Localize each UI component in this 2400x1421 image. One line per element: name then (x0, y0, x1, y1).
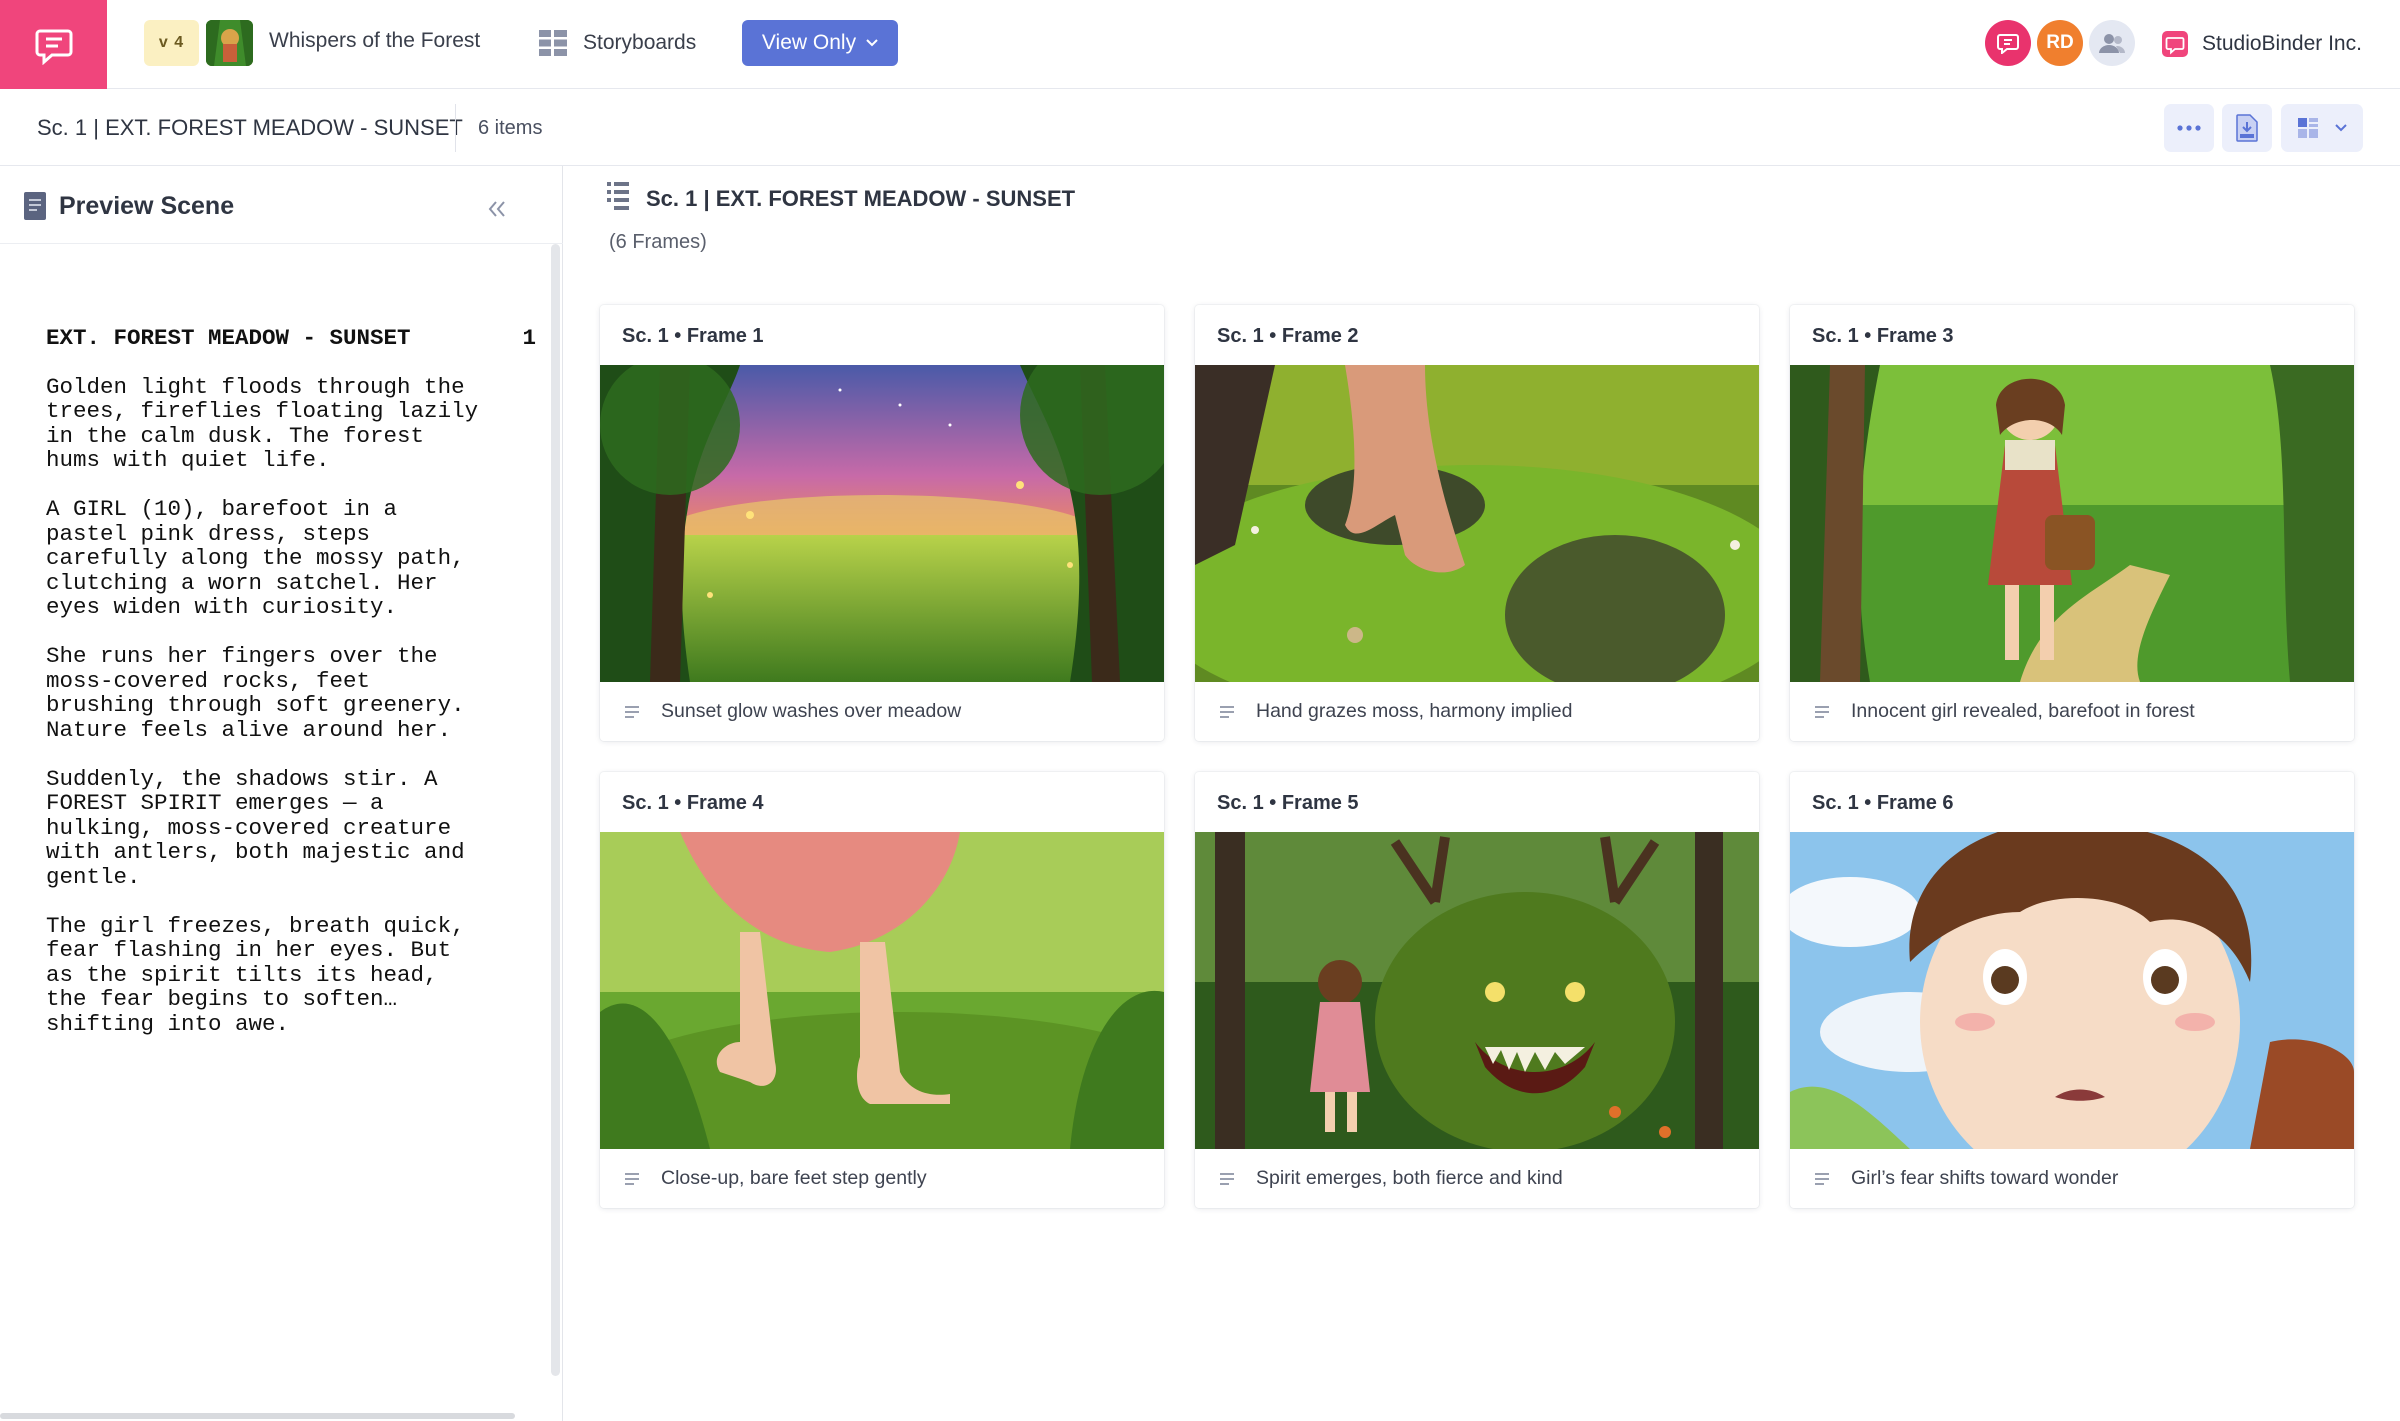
script-action: Golden light floods through the trees, f… (46, 373, 479, 473)
item-count: 6 items (478, 117, 543, 139)
version-badge[interactable]: v 4 (144, 20, 199, 66)
frame-image-bare-feet[interactable] (600, 832, 1164, 1149)
frame-label: Sc. 1 • Frame 5 (1217, 792, 1359, 814)
storyboard-frame-1[interactable]: Sc. 1 • Frame 1 Sunset glow washes over … (600, 305, 1164, 741)
frame-caption: Hand grazes moss, harmony implied (1195, 682, 1759, 741)
frame-image-girl-on-path[interactable] (1790, 365, 2354, 682)
chevron-down-icon (866, 39, 878, 47)
hand-on-moss-illustration (1195, 365, 1759, 682)
divider (455, 104, 456, 152)
frame-label: Sc. 1 • Frame 1 (622, 325, 764, 347)
double-chevron-left-icon (488, 201, 505, 217)
view-mode-label: View Only (761, 31, 857, 54)
frame-caption-text: Girl’s fear shifts toward wonder (1851, 1167, 2119, 1189)
frame-caption-text: Spirit emerges, both fierce and kind (1256, 1167, 1563, 1189)
user-avatar-rd[interactable]: RD (2037, 20, 2083, 66)
project-name[interactable]: Whispers of the Forest (269, 29, 480, 53)
frame-image-sunset-meadow[interactable] (600, 365, 1164, 682)
script-action: A GIRL (10), barefoot in a pastel pink d… (46, 496, 465, 620)
scene-list-icon (607, 182, 629, 210)
frame-image-forest-spirit[interactable] (1195, 832, 1759, 1149)
company-logo-icon (2162, 31, 2188, 57)
pdf-icon (2236, 114, 2258, 142)
preview-scene-panel: Preview Scene EXT. FOREST MEADOW - SUNSE… (0, 166, 563, 1421)
layout-toggle-button[interactable] (2281, 104, 2363, 152)
scene-breadcrumb[interactable]: Sc. 1 | EXT. FOREST MEADOW - SUNSET (37, 115, 463, 141)
description-lines-icon (1815, 705, 1829, 718)
frame-label: Sc. 1 • Frame 4 (622, 792, 764, 814)
chat-icon (1997, 34, 2019, 54)
script-heading-text: EXT. FOREST MEADOW - SUNSET (46, 325, 411, 351)
more-dots-icon (2177, 125, 2201, 131)
horizontal-scrollbar[interactable] (0, 1413, 515, 1419)
girl-on-path-illustration (1790, 365, 2354, 682)
storyboards-nav[interactable]: Storyboards (539, 24, 696, 62)
description-lines-icon (1220, 705, 1234, 718)
comments-avatar[interactable] (1985, 20, 2031, 66)
scene-title: Sc. 1 | EXT. FOREST MEADOW - SUNSET (646, 186, 1076, 211)
forest-spirit-illustration (1195, 832, 1759, 1149)
storyboard-frame-6[interactable]: Sc. 1 • Frame 6 Girl’s fear shifts towar… (1790, 772, 2354, 1208)
script-action: Suddenly, the shadows stir. A FOREST SPI… (46, 765, 465, 890)
company-switcher[interactable]: StudioBinder Inc. (2162, 22, 2362, 66)
script-action: She runs her fingers over the moss-cover… (46, 643, 465, 743)
script-scene-number: 1 (522, 325, 536, 351)
storyboard-main: Sc. 1 | EXT. FOREST MEADOW - SUNSET (6 F… (564, 166, 2400, 1421)
frame-image-girl-closeup[interactable] (1790, 832, 2354, 1149)
frame-caption-text: Sunset glow washes over meadow (661, 700, 962, 722)
chat-logo-icon (35, 29, 72, 65)
frame-caption: Spirit emerges, both fierce and kind (1195, 1149, 1759, 1208)
frame-label: Sc. 1 • Frame 3 (1812, 325, 1954, 347)
frame-caption-text: Close-up, bare feet step gently (661, 1167, 927, 1189)
bare-feet-illustration (600, 832, 1164, 1149)
project-thumbnail[interactable] (206, 20, 253, 66)
vertical-scrollbar[interactable] (551, 244, 560, 1376)
studiobinder-logo[interactable] (0, 0, 107, 89)
project-thumbnail-art (206, 20, 253, 66)
storyboards-label: Storyboards (583, 31, 697, 54)
storyboard-frame-5[interactable]: Sc. 1 • Frame 5 Spirit emerges, both fie… (1195, 772, 1759, 1208)
preview-title: Preview Scene (59, 192, 235, 220)
frame-image-hand-on-moss[interactable] (1195, 365, 1759, 682)
collapse-panel-button[interactable] (482, 194, 512, 224)
export-pdf-button[interactable] (2222, 104, 2272, 152)
layout-grid-icon (2297, 118, 2318, 138)
storyboard-frame-4[interactable]: Sc. 1 • Frame 4 Close-up, bare feet step… (600, 772, 1164, 1208)
frame-caption: Girl’s fear shifts toward wonder (1790, 1149, 2354, 1208)
scene-toolbar: Sc. 1 | EXT. FOREST MEADOW - SUNSET 6 it… (0, 90, 2400, 166)
frame-count: (6 Frames) (609, 231, 707, 253)
company-name: StudioBinder Inc. (2202, 32, 2362, 55)
team-avatar[interactable] (2089, 20, 2135, 66)
script-page-icon (24, 192, 46, 220)
script-scene-heading: EXT. FOREST MEADOW - SUNSET 1 (46, 326, 536, 351)
preview-header: Preview Scene (0, 166, 563, 244)
description-lines-icon (1220, 1172, 1234, 1185)
top-bar: v 4 Whispers of the Forest Storyboards V… (0, 0, 2400, 89)
frame-caption: Close-up, bare feet step gently (600, 1149, 1164, 1208)
frame-caption-text: Innocent girl revealed, barefoot in fore… (1851, 700, 2195, 722)
storyboard-grid-icon (539, 30, 567, 56)
frame-caption-text: Hand grazes moss, harmony implied (1256, 700, 1573, 722)
description-lines-icon (625, 705, 639, 718)
view-mode-dropdown[interactable]: View Only (742, 20, 898, 66)
storyboard-frame-3[interactable]: Sc. 1 • Frame 3 Innocent girl revealed, … (1790, 305, 2354, 741)
frame-label: Sc. 1 • Frame 2 (1217, 325, 1359, 347)
scene-script: EXT. FOREST MEADOW - SUNSET 1 Golden lig… (46, 326, 536, 1061)
girl-closeup-illustration (1790, 832, 2354, 1149)
description-lines-icon (1815, 1172, 1829, 1185)
description-lines-icon (625, 1172, 639, 1185)
script-action: The girl freezes, breath quick, fear fla… (46, 912, 465, 1037)
frame-label: Sc. 1 • Frame 6 (1812, 792, 1954, 814)
team-icon (2099, 34, 2126, 53)
storyboard-frame-2[interactable]: Sc. 1 • Frame 2 Hand grazes moss, harmon… (1195, 305, 1759, 741)
chevron-down-icon (2334, 124, 2347, 132)
frame-caption: Sunset glow washes over meadow (600, 682, 1164, 741)
sunset-meadow-illustration (600, 365, 1164, 682)
frame-caption: Innocent girl revealed, barefoot in fore… (1790, 682, 2354, 741)
more-options-button[interactable] (2164, 104, 2214, 152)
